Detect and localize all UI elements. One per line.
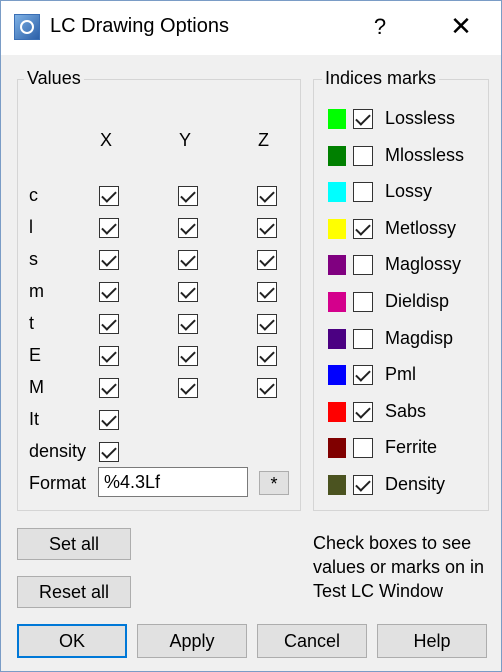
value-checkbox-c-y[interactable] [178, 186, 198, 206]
index-label: Maglossy [385, 254, 462, 275]
value-checkbox-It-x[interactable] [99, 410, 119, 430]
app-icon [14, 14, 40, 40]
row-label: It [29, 409, 40, 429]
index-checkbox-pml[interactable] [353, 365, 373, 386]
lc-drawing-options-dialog: LC Drawing Options ? ✕ Values XYZclsmtEM… [0, 0, 502, 672]
index-checkbox-lossy[interactable] [353, 182, 373, 203]
value-checkbox-t-z[interactable] [257, 314, 277, 334]
format-input[interactable]: %4.3Lf [98, 467, 248, 497]
close-icon[interactable]: ✕ [445, 11, 477, 43]
color-swatch [328, 182, 346, 203]
help-note: Check boxes to see values or marks on in… [313, 533, 485, 601]
row-label: E [29, 345, 42, 365]
value-checkbox-l-x[interactable] [99, 218, 119, 238]
format-star-button[interactable]: * [259, 471, 289, 495]
index-checkbox-maglossy[interactable] [353, 255, 373, 276]
index-checkbox-sabs[interactable] [353, 401, 373, 422]
color-swatch [328, 292, 346, 312]
color-swatch [328, 145, 346, 166]
index-checkbox-lossless[interactable] [353, 109, 373, 129]
column-header-x: X [100, 130, 113, 150]
title-bar: LC Drawing Options ? ✕ [1, 1, 501, 55]
index-checkbox-dieldisp[interactable] [353, 292, 373, 312]
index-label: Lossy [385, 181, 433, 202]
color-swatch [328, 109, 346, 129]
value-checkbox-m-z[interactable] [257, 282, 277, 302]
row-label: c [29, 185, 38, 205]
index-label: Metlossy [385, 217, 457, 238]
index-label: Dieldisp [385, 291, 450, 311]
row-label: t [29, 313, 35, 333]
format-label: Format [29, 473, 87, 493]
value-checkbox-m-x[interactable] [99, 282, 119, 302]
column-header-z: Z [258, 130, 269, 150]
column-header-y: Y [179, 130, 192, 150]
cancel-button[interactable]: Cancel [257, 624, 367, 658]
value-checkbox-E-x[interactable] [99, 346, 119, 366]
indices-marks-group-label: Indices marks [322, 68, 440, 89]
index-label: Sabs [385, 400, 427, 421]
help-button[interactable]: Help [377, 624, 487, 658]
value-checkbox-m-y[interactable] [178, 282, 198, 302]
values-group-label: Values [24, 68, 84, 89]
color-swatch [328, 218, 346, 239]
value-checkbox-s-y[interactable] [178, 250, 198, 270]
color-swatch [328, 365, 346, 386]
color-swatch [328, 328, 346, 349]
value-checkbox-M-z[interactable] [257, 378, 277, 398]
set-all-button[interactable]: Set all [17, 528, 131, 560]
color-swatch [328, 401, 346, 422]
window-title: LC Drawing Options [50, 15, 229, 37]
color-swatch [328, 255, 346, 276]
index-checkbox-metlossy[interactable] [353, 218, 373, 239]
value-checkbox-l-y[interactable] [178, 218, 198, 238]
index-label: Lossless [385, 108, 456, 128]
help-question-icon[interactable]: ? [365, 11, 395, 43]
value-checkbox-s-x[interactable] [99, 250, 119, 270]
row-label: s [29, 249, 38, 269]
value-checkbox-t-x[interactable] [99, 314, 119, 334]
index-label: Mlossless [385, 144, 465, 165]
index-checkbox-magdisp[interactable] [353, 328, 373, 349]
index-label: Density [385, 474, 446, 494]
row-label: density [29, 441, 87, 461]
index-label: Magdisp [385, 327, 454, 348]
value-checkbox-E-z[interactable] [257, 346, 277, 366]
index-label: Ferrite [385, 437, 438, 458]
color-swatch [328, 438, 346, 459]
index-checkbox-ferrite[interactable] [353, 438, 373, 459]
reset-all-button[interactable]: Reset all [17, 576, 131, 608]
value-checkbox-E-y[interactable] [178, 346, 198, 366]
color-swatch [328, 475, 346, 495]
value-checkbox-density-x[interactable] [99, 442, 119, 462]
value-checkbox-c-x[interactable] [99, 186, 119, 206]
value-checkbox-l-z[interactable] [257, 218, 277, 238]
value-checkbox-t-y[interactable] [178, 314, 198, 334]
row-label: m [29, 281, 44, 301]
row-label: l [29, 217, 33, 237]
value-checkbox-s-z[interactable] [257, 250, 277, 270]
value-checkbox-M-x[interactable] [99, 378, 119, 398]
ok-button[interactable]: OK [17, 624, 127, 658]
row-label: M [29, 377, 44, 397]
index-checkbox-mlossless[interactable] [353, 145, 373, 166]
apply-button[interactable]: Apply [137, 624, 247, 658]
value-checkbox-c-z[interactable] [257, 186, 277, 206]
index-label: Pml [385, 364, 416, 385]
value-checkbox-M-y[interactable] [178, 378, 198, 398]
index-checkbox-density[interactable] [353, 475, 373, 495]
